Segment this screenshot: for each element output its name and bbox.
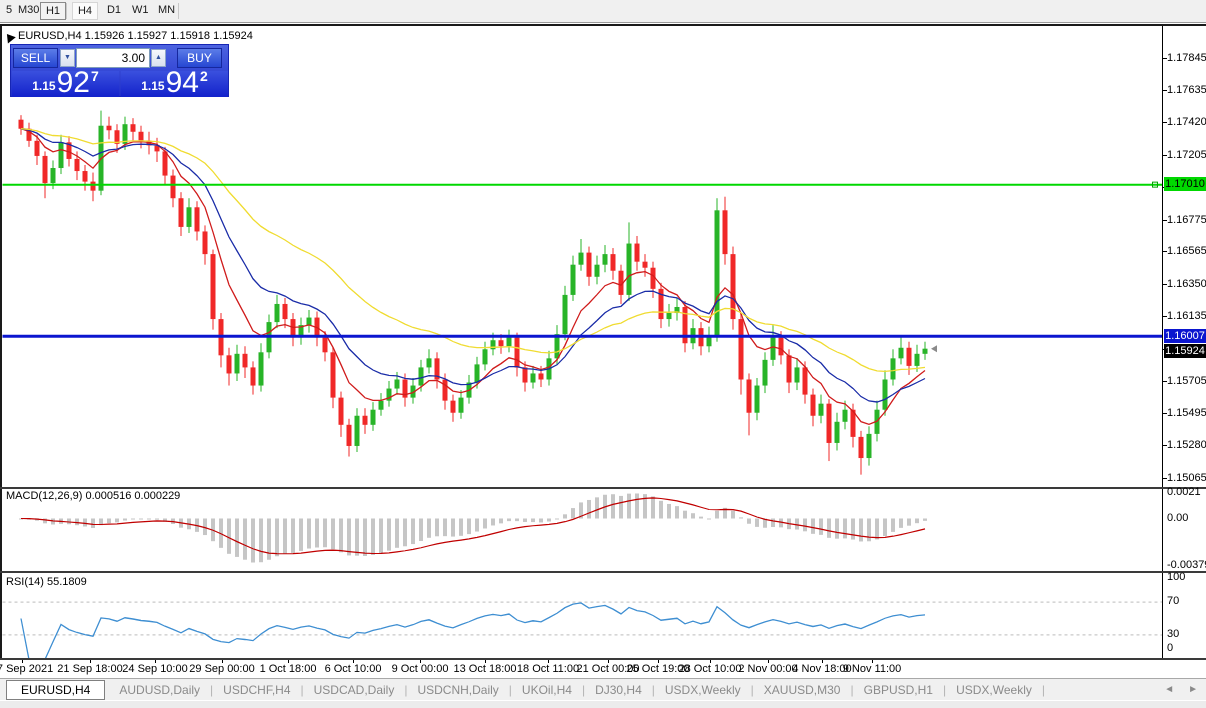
chart-quotes: 1.15926 1.15927 1.15918 1.15924 — [85, 30, 253, 42]
price-axis-tick-label: 1.16350 — [1167, 278, 1206, 290]
date-axis-label: 2 Nov 00:00 — [738, 663, 797, 675]
volume-decrease-button[interactable]: ▼ — [60, 49, 75, 67]
tab-scroll-nav: ◄ ► — [1164, 684, 1198, 696]
bid-price-small: 1.15 — [32, 79, 55, 93]
chart-tab-usdchf-h4[interactable]: USDCHF,H4 — [213, 682, 300, 698]
rsi-name: RSI(14) — [6, 576, 44, 588]
chart-tab-usdx-weekly[interactable]: USDX,Weekly — [946, 682, 1042, 698]
ask-price-big: 94 — [166, 70, 199, 96]
status-strip — [0, 700, 1206, 708]
macd-axis-zero: 0.00 — [1167, 512, 1188, 524]
macd-indicator-label: MACD(12,26,9) 0.000516 0.000229 — [6, 490, 180, 502]
chart-symbol-period: EURUSD,H4 — [18, 30, 82, 42]
volume-input[interactable] — [76, 48, 150, 68]
chart-tab-gbpusd-h1[interactable]: GBPUSD,H1 — [854, 682, 943, 698]
ask-price-box[interactable]: 1.15 94 2 — [121, 71, 228, 97]
one-click-trading-panel: SELL ▼ ▲ BUY 1.15 92 7 1.15 94 2 — [10, 44, 229, 97]
price-axis-tick-label: 1.17845 — [1167, 52, 1206, 64]
date-axis-label: 21 Sep 18:00 — [57, 663, 122, 675]
sell-button[interactable]: SELL — [13, 48, 58, 68]
bid-price-big: 92 — [57, 70, 90, 96]
rsi-axis-30: 30 — [1167, 628, 1179, 640]
rsi-indicator-label: RSI(14) 55.1809 — [6, 576, 87, 588]
date-axis-label: 17 Sep 2021 — [0, 663, 53, 675]
last-price-label: 1.15924 — [1164, 344, 1206, 358]
chart-tab-dj30-h4[interactable]: DJ30,H4 — [585, 682, 652, 698]
chart-expand-arrow-icon[interactable] — [4, 31, 16, 43]
macd-name: MACD(12,26,9) — [6, 490, 82, 502]
rsi-value: 55.1809 — [47, 576, 87, 588]
price-axis-tick-label: 1.15065 — [1167, 472, 1206, 484]
resistance-price-label[interactable]: 1.17010 — [1164, 177, 1206, 191]
timeframe-toolbar: 5M30H1H4D1W1MN — [0, 0, 1206, 23]
price-axis-tick-label: 1.15705 — [1167, 375, 1206, 387]
tab-separator: | — [1042, 683, 1045, 697]
date-axis-label: 1 Oct 18:00 — [260, 663, 317, 675]
chart-title: EURUSD,H4 1.15926 1.15927 1.15918 1.1592… — [18, 30, 253, 42]
spinner-up-icon: ▲ — [155, 54, 162, 61]
chart-tab-usdcnh-daily[interactable]: USDCNH,Daily — [407, 682, 508, 698]
volume-increase-button[interactable]: ▲ — [151, 49, 166, 67]
price-axis-tick-label: 1.15280 — [1167, 439, 1206, 451]
chart-tab-bar: ◄ ► EURUSD,H4AUDUSD,Daily|USDCHF,H4|USDC… — [0, 678, 1206, 700]
price-axis-tick-label: 1.17635 — [1167, 84, 1206, 96]
chart-tab-usdcad-daily[interactable]: USDCAD,Daily — [304, 682, 405, 698]
timeframe-button-h4[interactable]: H4 — [72, 2, 98, 20]
timeframe-button-d1[interactable]: D1 — [102, 2, 126, 20]
price-axis-tick-label: 1.16135 — [1167, 310, 1206, 322]
ask-price-small: 1.15 — [141, 79, 164, 93]
toolbar-separator — [66, 3, 67, 19]
chart-tab-usdx-weekly[interactable]: USDX,Weekly — [655, 682, 751, 698]
timeframe-button-m30[interactable]: M30 — [14, 2, 43, 20]
date-axis-label: 6 Oct 10:00 — [325, 663, 382, 675]
chart-tab-xauusd-m30[interactable]: XAUUSD,M30 — [754, 682, 851, 698]
spinner-down-icon: ▼ — [64, 54, 71, 61]
ask-price-pip: 2 — [200, 68, 208, 84]
bid-price-pip: 7 — [91, 68, 99, 84]
rsi-chart-canvas[interactable] — [2, 573, 1162, 658]
date-axis-label: 13 Oct 18:00 — [454, 663, 517, 675]
date-axis-label: 29 Sep 00:00 — [189, 663, 254, 675]
date-axis-label: 9 Nov 11:00 — [843, 663, 902, 675]
tab-scroll-left-icon[interactable]: ◄ — [1164, 684, 1174, 696]
buy-button[interactable]: BUY — [177, 48, 222, 68]
chart-tab-ukoil-h4[interactable]: UKOil,H4 — [512, 682, 582, 698]
chart-tab-eurusd-h4[interactable]: EURUSD,H4 — [6, 680, 105, 700]
bid-price-box[interactable]: 1.15 92 7 — [12, 71, 119, 97]
macd-panel-separator[interactable] — [0, 487, 1206, 489]
macd-axis-min: -0.003798 — [1167, 559, 1206, 571]
price-axis-tick-label: 1.16565 — [1167, 245, 1206, 257]
price-axis-tick-label: 1.17205 — [1167, 149, 1206, 161]
price-axis-tick-label: 1.15495 — [1167, 407, 1206, 419]
date-axis: 17 Sep 2021 21 Sep 18:0024 Sep 10:0029 Se… — [0, 660, 1206, 677]
rsi-axis-0: 0 — [1167, 642, 1173, 654]
toolbar-separator — [178, 3, 179, 19]
date-axis-label: 24 Sep 10:00 — [122, 663, 187, 675]
price-axis-tick-label: 1.16775 — [1167, 214, 1206, 226]
mt4-window: 5M30H1H4D1W1MN EURUSD,H4 1.15926 1.15927… — [0, 0, 1206, 708]
timeframe-button-w1[interactable]: W1 — [128, 2, 153, 20]
macd-axis-max: 0.0021 — [1167, 486, 1201, 498]
rsi-panel-separator[interactable] — [0, 571, 1206, 573]
date-axis-label: 18 Oct 11:00 — [517, 663, 579, 675]
support-price-label[interactable]: 1.16007 — [1164, 329, 1206, 343]
date-axis-label: 9 Oct 00:00 — [392, 663, 449, 675]
price-axis-tick-label: 1.17420 — [1167, 116, 1206, 128]
date-axis-label: 28 Oct 10:00 — [679, 663, 742, 675]
rsi-axis-100: 100 — [1167, 571, 1185, 583]
chart-tab-audusd-daily[interactable]: AUDUSD,Daily — [109, 682, 210, 698]
macd-values: 0.000516 0.000229 — [85, 490, 180, 502]
timeframe-button-h1[interactable]: H1 — [40, 2, 66, 20]
rsi-axis-70: 70 — [1167, 595, 1179, 607]
timeframe-button-mn[interactable]: MN — [154, 2, 179, 20]
tab-scroll-right-icon[interactable]: ► — [1188, 684, 1198, 696]
